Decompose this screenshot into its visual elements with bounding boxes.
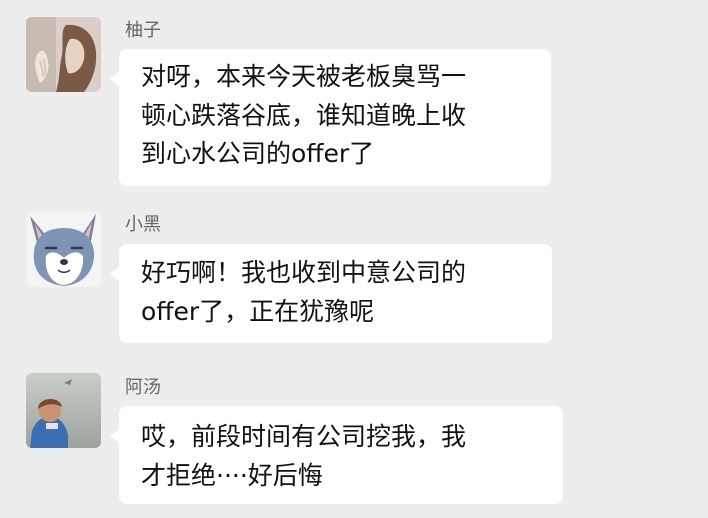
chat-message-list[interactable]: 柚子 对呀，本来今天被老板臭骂一 顿心跌落谷底，谁知道晚上收 到心水公司的off… [0, 0, 708, 518]
message-line: 才拒绝····好后悔 [141, 460, 323, 490]
message-line: 到心水公司的offer了 [141, 139, 375, 168]
message-line: 哎，前段时间有公司挖我，我 [141, 422, 467, 451]
message-line: offer了，正在犹豫呢 [141, 296, 375, 326]
child-photo-avatar[interactable] [26, 373, 101, 448]
message-bubble[interactable]: 哎，前段时间有公司挖我，我 才拒绝····好后悔 [110, 406, 563, 504]
message-bubble[interactable]: 好巧啊！我也收到中意公司的 offer了，正在犹豫呢 [110, 244, 552, 343]
message-bubble[interactable]: 对呀，本来今天被老板臭骂一 顿心跌落谷底，谁知道晚上收 到心水公司的offer了 [110, 49, 551, 186]
shiba-dog-avatar[interactable] [26, 212, 101, 287]
message-line: 对呀，本来今天被老板臭骂一 [141, 62, 467, 91]
sender-name: 阿汤 [125, 377, 161, 398]
message-line: 顿心跌落谷底，谁知道晚上收 [141, 100, 467, 130]
sender-name: 柚子 [125, 20, 161, 41]
message-line: 好巧啊！我也收到中意公司的 [141, 258, 467, 287]
girl-photo-avatar[interactable] [26, 17, 101, 92]
sender-name: 小黑 [125, 214, 161, 235]
